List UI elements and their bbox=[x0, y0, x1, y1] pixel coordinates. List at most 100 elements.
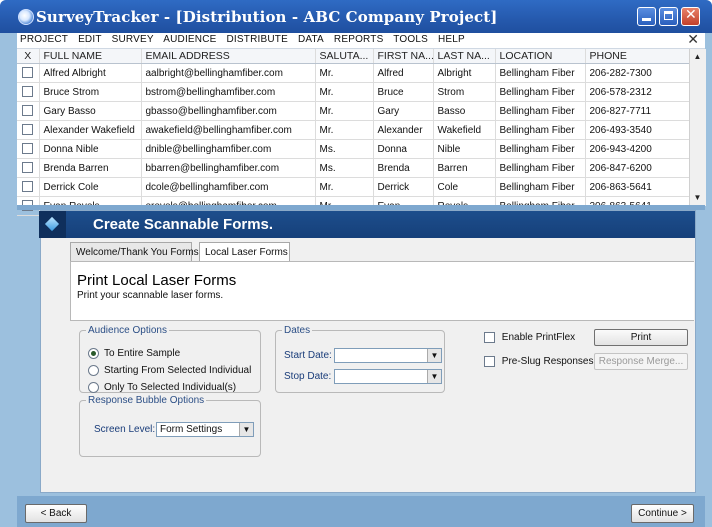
table-row[interactable]: Donna Nible dnible@bellinghamfiber.com M… bbox=[17, 139, 690, 159]
radio-selected-icon[interactable] bbox=[88, 348, 99, 359]
cell-location: Bellingham Fiber bbox=[495, 101, 586, 121]
close-window-button[interactable]: ✕ bbox=[681, 7, 700, 26]
pre-slug-responses-checkbox[interactable]: Pre-Slug Responses bbox=[484, 356, 594, 367]
cell-full-name: Brenda Barren bbox=[39, 158, 142, 178]
column-header-first-name[interactable]: FIRST NA... bbox=[373, 49, 434, 64]
cell-location: Bellingham Fiber bbox=[495, 120, 586, 140]
cell-full-name: Bruce Strom bbox=[39, 82, 142, 102]
cell-full-name: Donna Nible bbox=[39, 139, 142, 159]
tab-local-laser-forms[interactable]: Local Laser Forms bbox=[199, 242, 290, 261]
dates-legend: Dates bbox=[284, 325, 311, 336]
close-icon: ✕ bbox=[685, 7, 697, 23]
row-checkbox[interactable] bbox=[22, 162, 34, 174]
table-row[interactable]: Alfred Albright aalbright@bellinghamfibe… bbox=[17, 63, 690, 83]
title-bar: SurveyTracker - [Distribution - ABC Comp… bbox=[0, 0, 712, 33]
radio-entire-sample[interactable]: To Entire Sample bbox=[88, 348, 180, 359]
scroll-up-icon[interactable]: ▲ bbox=[692, 51, 703, 62]
enable-printflex-label: Enable PrintFlex bbox=[501, 332, 576, 344]
screen-level-value: Form Settings bbox=[160, 424, 223, 435]
checkbox-icon[interactable] bbox=[484, 332, 495, 343]
cell-salutation: Mr. bbox=[315, 120, 374, 140]
maximize-button[interactable] bbox=[659, 7, 678, 26]
minimize-icon bbox=[642, 18, 651, 21]
cell-phone: 206-493-3540 bbox=[585, 120, 690, 140]
column-header-email[interactable]: EMAIL ADDRESS bbox=[141, 49, 316, 64]
response-bubble-options-group: Response Bubble Options Screen Level: Fo… bbox=[79, 395, 261, 457]
cell-phone: 206-827-7711 bbox=[585, 101, 690, 121]
menu-data[interactable]: DATA bbox=[298, 34, 324, 45]
back-button[interactable]: < Back bbox=[25, 504, 87, 523]
tab-welcome-thank-you-forms[interactable]: Welcome/Thank You Forms bbox=[70, 242, 199, 261]
cell-full-name: Derrick Cole bbox=[39, 177, 142, 197]
radio-icon[interactable] bbox=[88, 382, 99, 393]
row-checkbox[interactable] bbox=[22, 67, 34, 79]
table-row[interactable]: Alexander Wakefield awakefield@bellingha… bbox=[17, 120, 690, 140]
stop-date-picker[interactable]: ▼ bbox=[334, 369, 442, 384]
cell-last-name: Nible bbox=[433, 139, 496, 159]
audience-table: X FULL NAME EMAIL ADDRESS SALUTA... FIRS… bbox=[17, 49, 690, 216]
cell-first-name: Brenda bbox=[373, 158, 434, 178]
enable-printflex-checkbox[interactable]: Enable PrintFlex bbox=[484, 332, 575, 343]
row-checkbox[interactable] bbox=[22, 181, 34, 193]
chevron-down-icon[interactable]: ▼ bbox=[427, 370, 441, 383]
table-row[interactable]: Bruce Strom bstrom@bellinghamfiber.com M… bbox=[17, 82, 690, 102]
response-merge-button[interactable]: Response Merge... bbox=[594, 353, 688, 370]
menu-tools[interactable]: TOOLS bbox=[393, 34, 428, 45]
table-row[interactable]: Gary Basso gbasso@bellinghamfiber.com Mr… bbox=[17, 101, 690, 121]
radio-label: To Entire Sample bbox=[104, 348, 181, 360]
diamond-logo-icon bbox=[39, 211, 66, 238]
menu-bar: PROJECT EDIT SURVEY AUDIENCE DISTRIBUTE … bbox=[17, 31, 705, 48]
pre-slug-label: Pre-Slug Responses bbox=[501, 356, 594, 368]
menu-project[interactable]: PROJECT bbox=[20, 34, 68, 45]
cell-full-name: Gary Basso bbox=[39, 101, 142, 121]
close-document-icon[interactable]: ✕ bbox=[687, 31, 699, 48]
start-date-picker[interactable]: ▼ bbox=[334, 348, 442, 363]
cell-last-name: Barren bbox=[433, 158, 496, 178]
column-header-phone[interactable]: PHONE bbox=[585, 49, 690, 64]
row-checkbox[interactable] bbox=[22, 105, 34, 117]
screen-level-select[interactable]: Form Settings ▼ bbox=[156, 422, 254, 437]
radio-starting-from-selected[interactable]: Starting From Selected Individual bbox=[88, 365, 251, 376]
table-row[interactable]: Derrick Cole dcole@bellinghamfiber.com M… bbox=[17, 177, 690, 197]
table-header-row: X FULL NAME EMAIL ADDRESS SALUTA... FIRS… bbox=[17, 49, 690, 64]
navigation-bar: < Back Continue > bbox=[17, 496, 705, 527]
radio-label: Only To Selected Individual(s) bbox=[104, 382, 237, 394]
menu-edit[interactable]: EDIT bbox=[78, 34, 102, 45]
menu-reports[interactable]: REPORTS bbox=[334, 34, 384, 45]
cell-phone: 206-863-5641 bbox=[585, 177, 690, 197]
cell-email: dcole@bellinghamfiber.com bbox=[141, 177, 316, 197]
table-row[interactable]: Brenda Barren bbarren@bellinghamfiber.co… bbox=[17, 158, 690, 178]
menu-audience[interactable]: AUDIENCE bbox=[163, 34, 216, 45]
cell-location: Bellingham Fiber bbox=[495, 82, 586, 102]
menu-help[interactable]: HELP bbox=[438, 34, 465, 45]
column-header-location[interactable]: LOCATION bbox=[495, 49, 586, 64]
screen-level-label: Screen Level: bbox=[94, 424, 156, 435]
minimize-button[interactable] bbox=[637, 7, 656, 26]
menu-distribute[interactable]: DISTRIBUTE bbox=[227, 34, 288, 45]
radio-icon[interactable] bbox=[88, 365, 99, 376]
scroll-down-icon[interactable]: ▼ bbox=[692, 192, 703, 203]
column-header-select[interactable]: X bbox=[17, 49, 40, 64]
radio-only-selected[interactable]: Only To Selected Individual(s) bbox=[88, 382, 236, 393]
menu-survey[interactable]: SURVEY bbox=[112, 34, 154, 45]
panel-title: Create Scannable Forms. bbox=[93, 216, 274, 233]
grid-scrollbar[interactable]: ▲ ▼ bbox=[689, 49, 706, 206]
chevron-down-icon[interactable]: ▼ bbox=[427, 349, 441, 362]
cell-salutation: Mr. bbox=[315, 101, 374, 121]
app-logo-icon bbox=[18, 9, 34, 25]
continue-button[interactable]: Continue > bbox=[631, 504, 694, 523]
chevron-down-icon[interactable]: ▼ bbox=[239, 423, 253, 436]
column-header-full-name[interactable]: FULL NAME bbox=[39, 49, 142, 64]
print-button[interactable]: Print bbox=[594, 329, 688, 346]
column-header-salutation[interactable]: SALUTA... bbox=[315, 49, 374, 64]
cell-salutation: Mr. bbox=[315, 177, 374, 197]
cell-phone: 206-943-4200 bbox=[585, 139, 690, 159]
row-checkbox[interactable] bbox=[22, 124, 34, 136]
cell-email: aalbright@bellinghamfiber.com bbox=[141, 63, 316, 83]
cell-last-name: Strom bbox=[433, 82, 496, 102]
row-checkbox[interactable] bbox=[22, 86, 34, 98]
cell-phone: 206-578-2312 bbox=[585, 82, 690, 102]
column-header-last-name[interactable]: LAST NA... bbox=[433, 49, 496, 64]
row-checkbox[interactable] bbox=[22, 143, 34, 155]
checkbox-icon[interactable] bbox=[484, 356, 495, 367]
